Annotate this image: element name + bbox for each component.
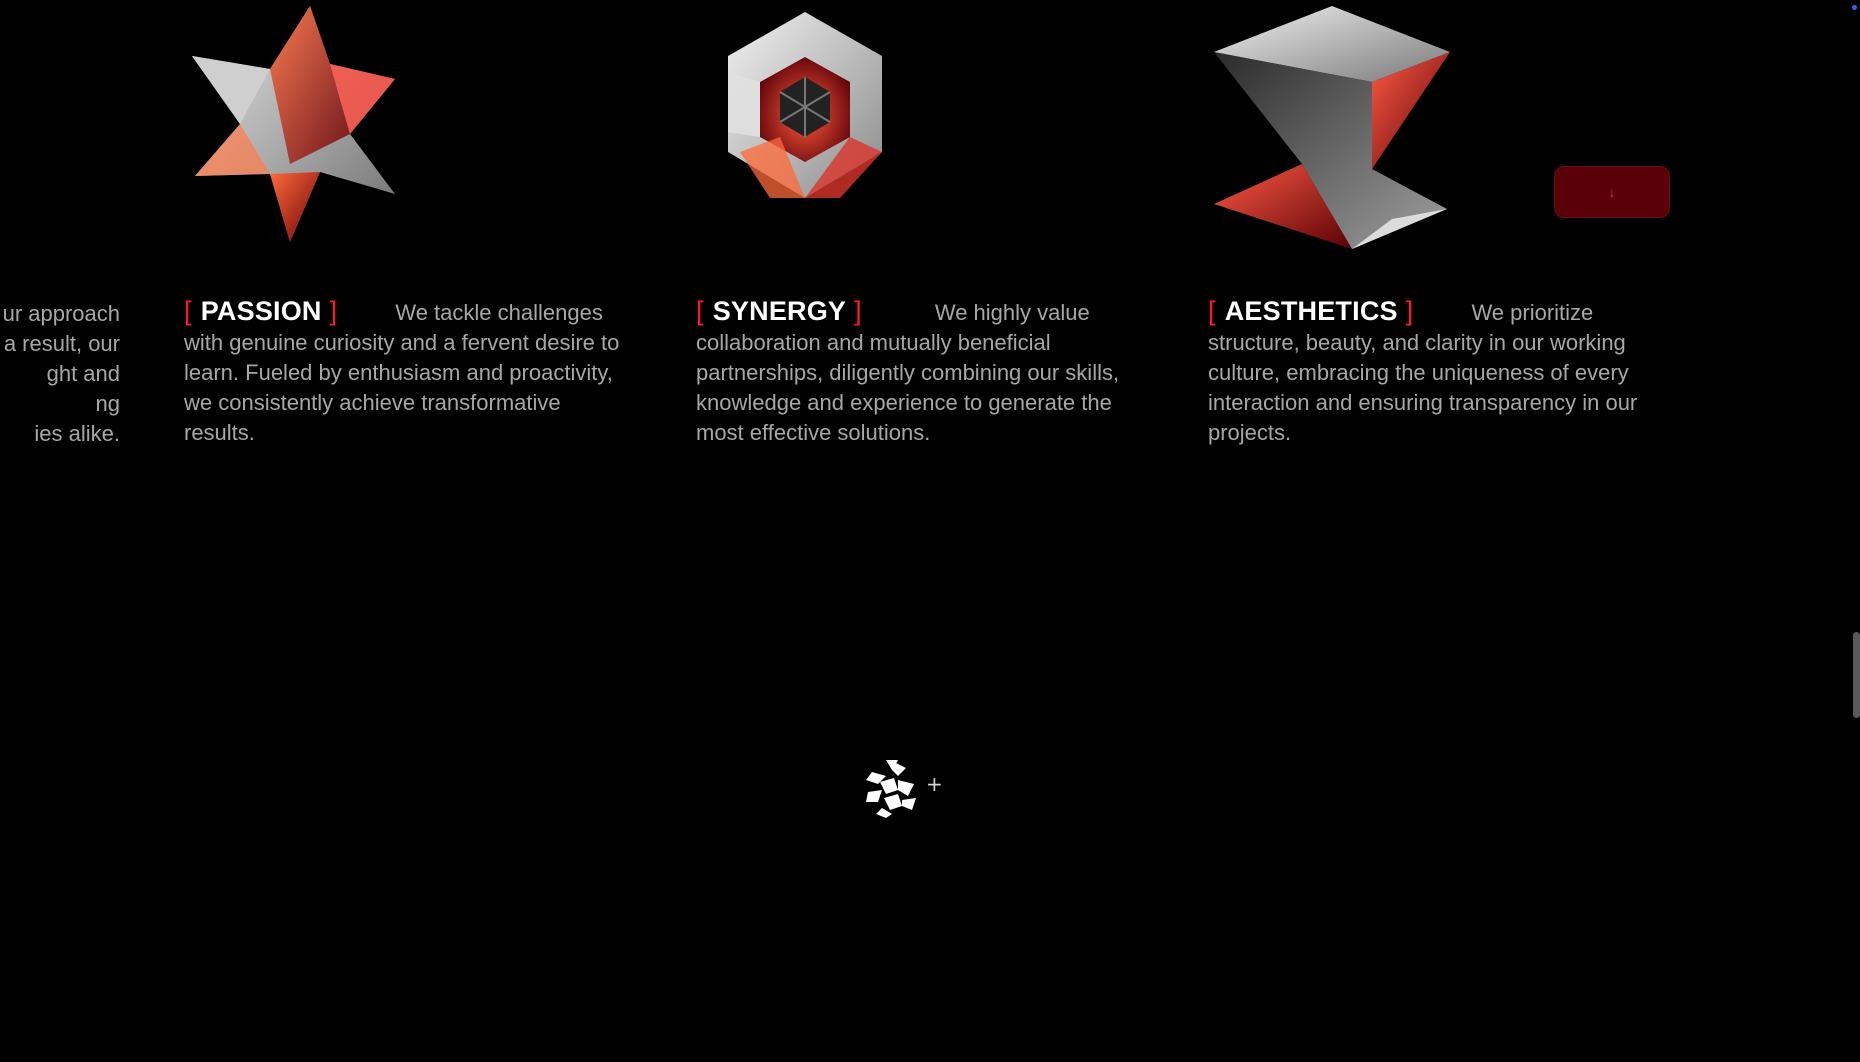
cut-line: ur approach	[2, 301, 120, 326]
open-bracket: [	[184, 296, 192, 326]
value-title: SYNERGY	[712, 296, 847, 326]
value-title: PASSION	[200, 296, 322, 326]
cut-line: ies alike.	[34, 421, 120, 446]
value-card-passion: [PASSION] We tackle challenges with genui…	[184, 296, 634, 448]
values-section: ur approach a result, our ght and ng ies…	[0, 0, 1860, 1062]
value-title: AESTHETICS	[1224, 296, 1398, 326]
open-bracket: [	[1208, 296, 1216, 326]
brand-logo-icon[interactable]	[864, 758, 920, 818]
previous-value-card-text: ur approach a result, our ght and ng ies…	[0, 299, 120, 449]
indicator-dot-icon	[1852, 5, 1857, 10]
open-bracket: [	[696, 296, 704, 326]
cross-cube-illustration	[700, 12, 910, 212]
page-scrollbar[interactable]	[1853, 632, 1860, 718]
close-bracket: ]	[854, 296, 862, 326]
value-heading: [ SYNERGY]	[696, 296, 862, 326]
cut-line: ght and	[46, 361, 120, 386]
star-shape-illustration	[190, 4, 400, 244]
arrow-down-icon: ↓	[1608, 184, 1616, 200]
close-bracket: ]	[329, 296, 338, 326]
value-card-aesthetics: [AESTHETICS] We prioritize structure, bea…	[1208, 296, 1658, 448]
twisted-prism-illustration	[1212, 4, 1452, 254]
cut-line: ng	[95, 391, 120, 416]
value-heading: [ AESTHETICS]	[1208, 296, 1413, 326]
close-bracket: ]	[1405, 296, 1414, 326]
value-heading: [ PASSION]	[184, 296, 337, 326]
cut-line: a result, our	[3, 331, 120, 356]
scroll-down-button[interactable]: ↓	[1554, 166, 1670, 218]
value-card-synergy: [SYNERGY] We highly value collaboration a…	[696, 296, 1146, 448]
plus-icon: +	[926, 772, 943, 796]
